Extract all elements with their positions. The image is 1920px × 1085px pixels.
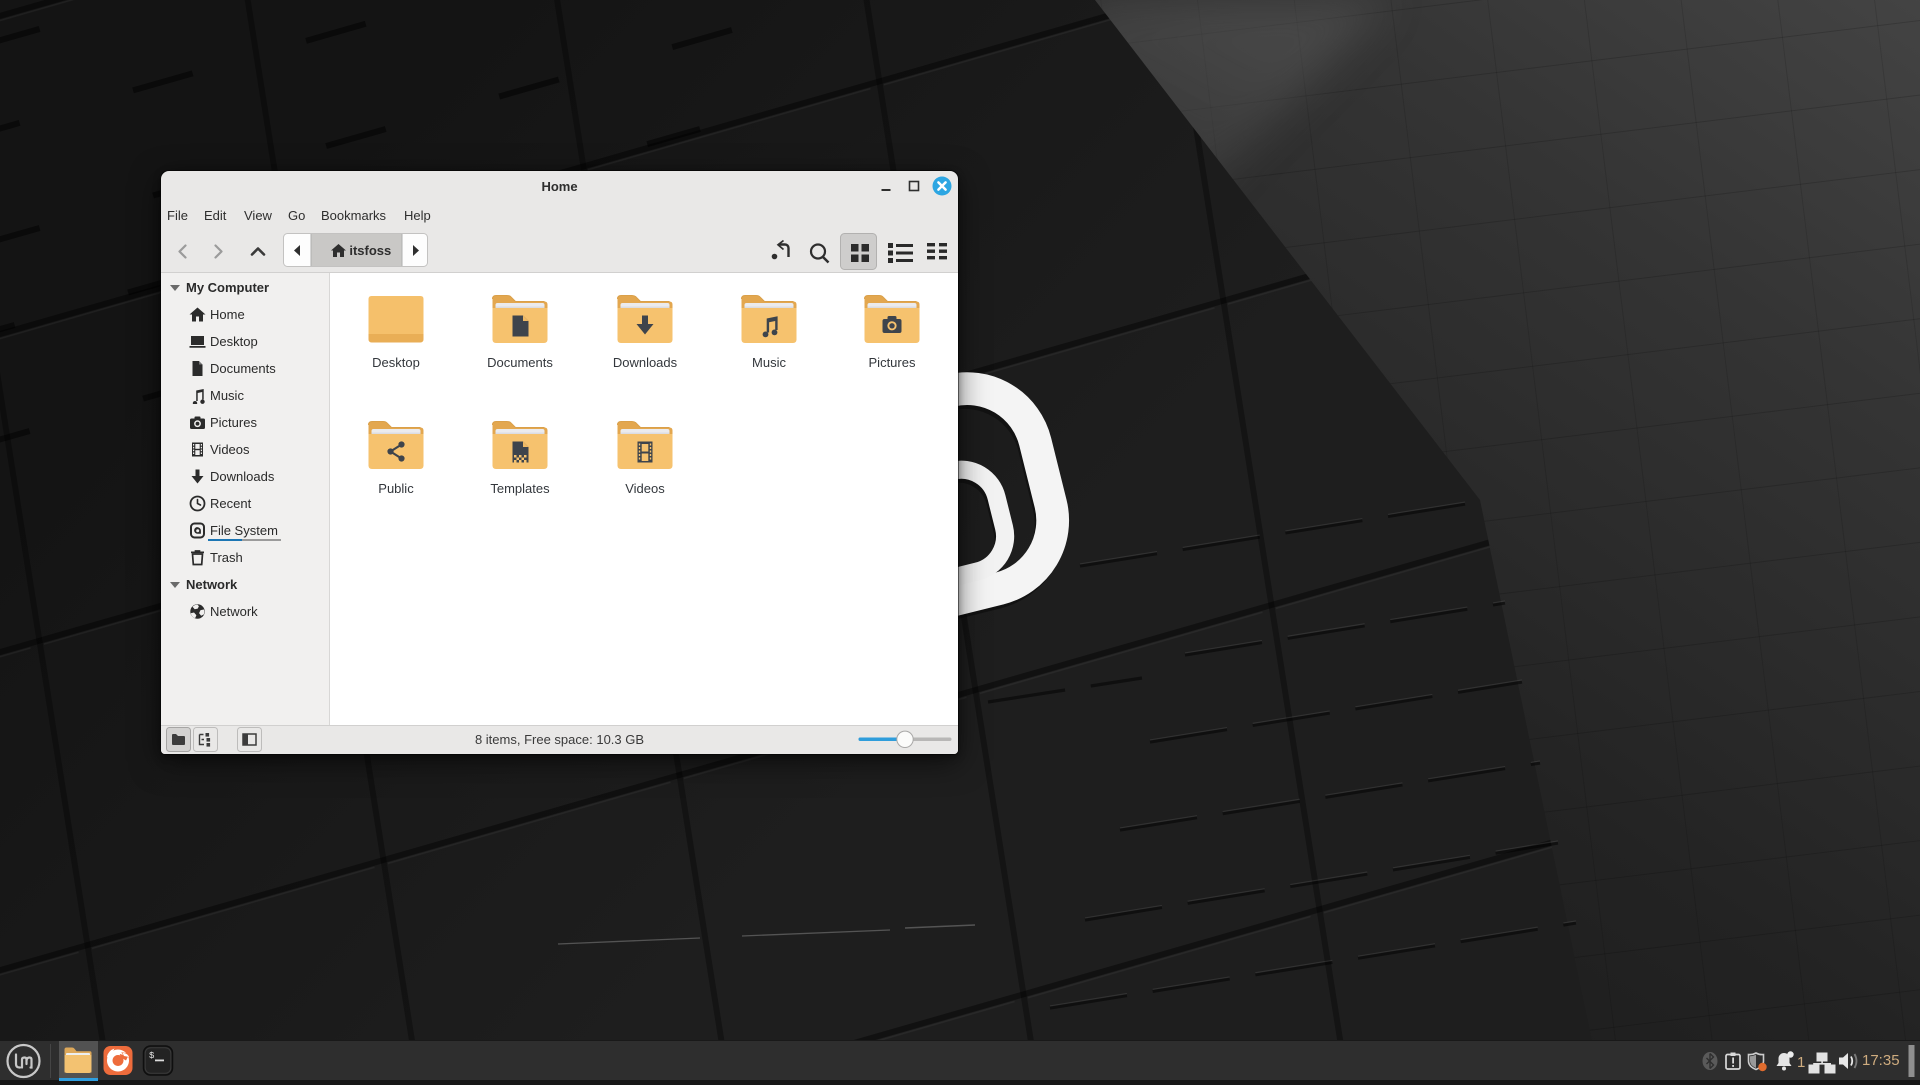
svg-text:$: $ — [149, 1051, 155, 1061]
svg-text:1: 1 — [1797, 1054, 1805, 1071]
